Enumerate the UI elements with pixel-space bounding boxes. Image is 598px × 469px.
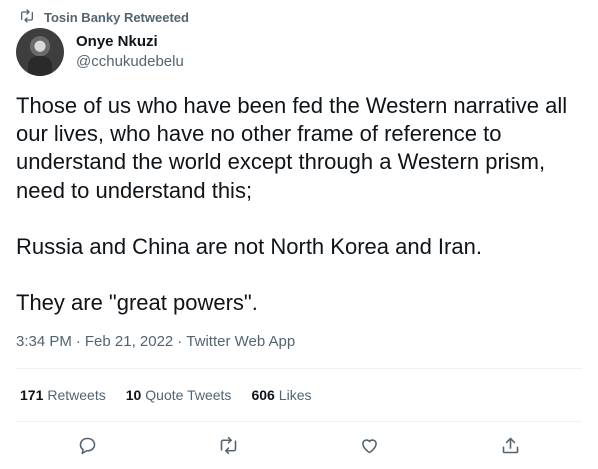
retweet-icon (19, 8, 35, 27)
avatar[interactable] (16, 28, 64, 76)
tweet-time[interactable]: 3:34 PM (16, 333, 72, 350)
divider (16, 421, 582, 422)
quote-tweets-count: 10 (125, 387, 142, 403)
tweet-text: Those of us who have been fed the Wester… (16, 92, 586, 317)
likes-count: 606 (251, 387, 275, 403)
tweet-source[interactable]: Twitter Web App (186, 333, 295, 350)
author-handle[interactable]: @cchukudebelu (76, 53, 184, 70)
like-icon (361, 438, 377, 453)
retweets-stat[interactable]: 171 Retweets (20, 387, 106, 403)
author-name[interactable]: Onye Nkuzi (76, 33, 158, 50)
share-icon (502, 437, 518, 453)
likes-label: Likes (278, 387, 312, 403)
tweet-meta: 3:34 PM · Feb 21, 2022 · Twitter Web App (16, 333, 295, 350)
share-button[interactable] (495, 430, 525, 460)
meta-separator: · (75, 333, 81, 350)
tweet-paragraph: They are "great powers". (16, 290, 258, 316)
retweet-context-text: Tosin Banky Retweeted (44, 9, 189, 25)
tweet-stats: 171 Retweets 10 Quote Tweets 606 Likes (20, 387, 311, 403)
retweet-icon (220, 436, 236, 454)
divider (16, 368, 582, 369)
reply-button[interactable] (72, 430, 102, 460)
reply-icon (79, 437, 95, 454)
likes-stat[interactable]: 606 Likes (251, 387, 311, 403)
retweet-button[interactable] (213, 430, 243, 460)
quote-tweets-stat[interactable]: 10 Quote Tweets (126, 387, 232, 403)
retweets-count: 171 (20, 387, 44, 403)
tweet-paragraph: Those of us who have been fed the Wester… (16, 93, 568, 203)
like-button[interactable] (354, 430, 384, 460)
retweet-context[interactable]: Tosin Banky Retweeted (19, 7, 189, 27)
retweets-label: Retweets (47, 387, 106, 403)
meta-separator: · (177, 333, 183, 350)
quote-tweets-label: Quote Tweets (145, 387, 232, 403)
tweet-paragraph: Russia and China are not North Korea and… (16, 233, 482, 259)
tweet-date[interactable]: Feb 21, 2022 (85, 333, 173, 350)
action-bar (0, 430, 598, 460)
